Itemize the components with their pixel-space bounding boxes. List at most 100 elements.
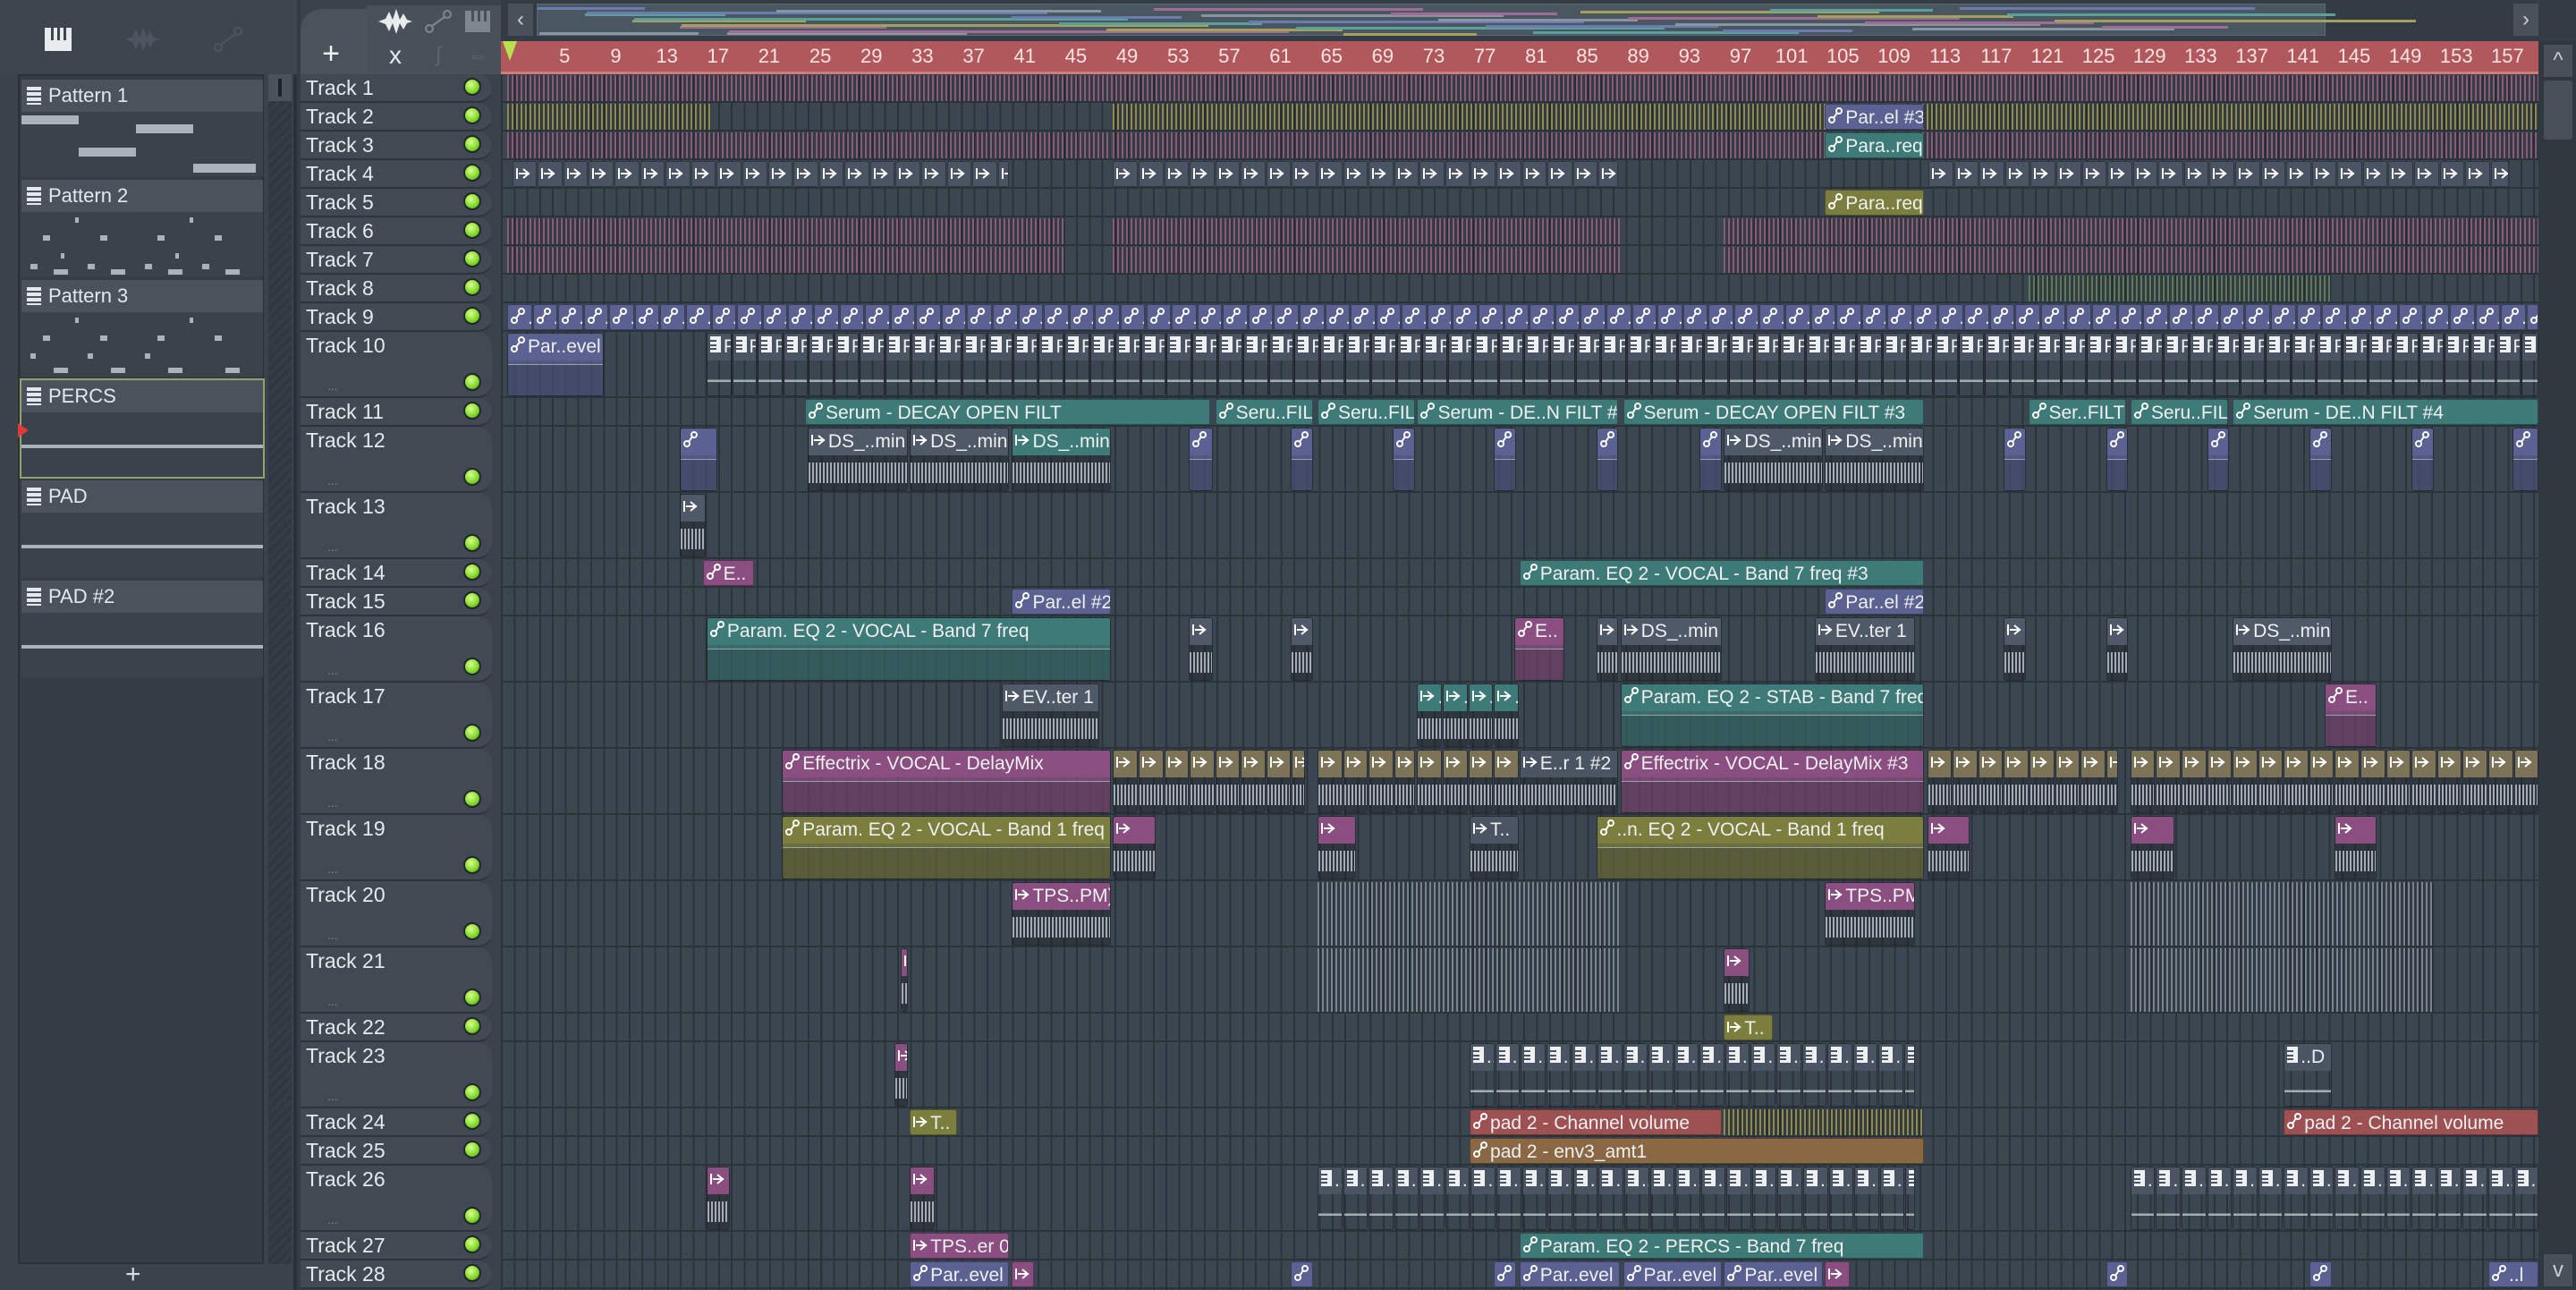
track-enable-toggle[interactable] [463,790,481,808]
automation-clip[interactable] [2106,428,2129,491]
track-enable-toggle[interactable] [463,534,481,552]
audio-clip[interactable] [793,161,818,187]
track-name[interactable]: Track 17 [306,684,386,709]
pattern-clip[interactable]: ..D [1546,1043,1572,1107]
audio-clip[interactable] [1113,750,1138,813]
automation-clip[interactable]: ..3 [558,304,583,330]
audio-clip[interactable] [997,161,1009,187]
audio-clip[interactable] [844,161,869,187]
pattern-clip[interactable]: ..D [1852,1043,1878,1107]
audio-clip[interactable] [1292,750,1306,813]
automation-clip[interactable]: ..3 [1402,304,1427,330]
audio-clip[interactable] [1825,1261,1850,1287]
pattern-clip[interactable]: P.. [2521,333,2538,396]
pattern-clip[interactable]: ..S [1803,1167,1828,1230]
pattern-clip[interactable]: P.. [1191,333,1217,396]
pattern-clip[interactable]: P.. [2112,333,2138,396]
automation-clip[interactable]: ..3 [1682,304,1708,330]
audio-clip[interactable]: T.. [910,1109,958,1135]
automation-clip[interactable]: ..3 [1733,304,1759,330]
audio-clip[interactable] [1978,750,2004,813]
audio-clip[interactable]: ..n [1468,683,1494,747]
automation-clip[interactable]: ..3 [1146,304,1172,330]
audio-clip[interactable]: DS_..min [1620,617,1722,681]
audio-clip[interactable] [869,161,895,187]
automation-clip[interactable]: ..3 [2066,304,2091,330]
pattern-clip[interactable]: ..S [1905,1167,1915,1230]
track-enable-toggle[interactable] [463,1235,481,1253]
automation-clip[interactable]: ..3 [1580,304,1606,330]
track-name[interactable]: Track 21 [306,949,386,973]
automation-clip[interactable]: ..3 [2398,304,2424,330]
automation-clip[interactable]: Param. EQ 2 - VOCAL - Band 7 freq #3 [1519,560,1924,586]
pattern-clip[interactable]: ..S [1751,1167,1777,1230]
pattern-item[interactable]: Pattern 1 [21,80,263,176]
track-header[interactable]: Track 7 [301,246,492,275]
pattern-clip[interactable]: P.. [2496,333,2521,396]
automation-clip[interactable]: ..3 [2322,304,2347,330]
audio-clip[interactable] [2158,161,2183,187]
track-name[interactable]: Track 5 [306,191,374,215]
pattern-item[interactable]: PERCS [18,378,265,479]
automation-clip[interactable]: ..3 [1989,304,2015,330]
pattern-clip[interactable]: ..S [1419,1167,1445,1230]
pattern-clip[interactable]: P.. [1166,333,1191,396]
automation-clip[interactable]: ..3 [1095,304,1120,330]
pattern-clip[interactable]: P.. [2343,333,2368,396]
track-header[interactable]: Track 4 [301,160,492,189]
waveform-icon[interactable] [121,20,165,59]
audio-clip[interactable]: DS_..min [1825,428,1924,491]
track-name[interactable]: Track 25 [306,1139,386,1163]
automation-clip[interactable] [679,428,717,491]
pattern-clip[interactable]: P.. [2061,333,2087,396]
audio-clip[interactable] [2004,617,2027,681]
automation-clip[interactable]: ..3 [1631,304,1657,330]
audio-clip[interactable] [1394,161,1419,187]
automation-clip[interactable]: ..3 [2143,304,2168,330]
track-header[interactable]: Track 2 [301,103,492,132]
audio-clip[interactable] [2106,750,2118,813]
pattern-clip[interactable]: P.. [1780,333,1805,396]
automation-clip[interactable] [1494,1261,1516,1287]
audio-clip[interactable] [1953,161,1979,187]
audio-clip[interactable]: T.. [1724,1014,1774,1040]
automation-clip[interactable]: Effectrix - VOCAL - DelayMix #3 [1620,750,1924,813]
track-header[interactable]: Track 6 [301,217,492,246]
automation-clip[interactable]: ..3 [2091,304,2117,330]
audio-clip[interactable] [2181,750,2207,813]
audio-clip[interactable] [716,161,741,187]
track-name[interactable]: Track 15 [306,590,386,614]
automation-clip[interactable]: ..3 [1708,304,1733,330]
audio-clip[interactable] [1190,161,1215,187]
audio-clip[interactable] [2132,161,2158,187]
audio-clip[interactable] [1494,750,1519,813]
audio-clip[interactable] [1292,161,1317,187]
pattern-clip[interactable]: P.. [1729,333,1754,396]
track-lane[interactable] [501,1014,2538,1042]
pattern-item[interactable]: Pattern 2 [21,180,263,276]
track-name[interactable]: Track 12 [306,429,386,453]
audio-clip[interactable] [2004,750,2029,813]
track-header[interactable]: Track 14 [301,559,492,588]
pattern-clip[interactable]: P.. [1831,333,1857,396]
automation-clip[interactable]: E.. [702,560,755,586]
pattern-clip[interactable]: ..S [1470,1167,1496,1230]
automation-clip[interactable]: Par..evel [507,333,604,396]
pattern-clip[interactable]: ..S [2334,1167,2360,1230]
automation-clip[interactable]: ..3 [2219,304,2245,330]
track-header[interactable]: Track 21... [301,947,492,1014]
track-header[interactable]: Track 16... [301,616,492,683]
pattern-clip[interactable]: P.. [1140,333,1166,396]
automation-clip[interactable] [1290,428,1313,491]
audio-clip[interactable]: EV..ter 1 [1814,617,1915,681]
pattern-clip[interactable]: ..S [1394,1167,1419,1230]
audio-clip[interactable]: EV..ter 1 [1002,683,1100,747]
audio-clip[interactable] [2130,750,2156,813]
pattern-header[interactable]: PERCS [21,380,263,412]
automation-clip[interactable]: ..3 [1044,304,1069,330]
automation-clip[interactable]: ..3 [916,304,941,330]
audio-clip[interactable] [1317,750,1343,813]
scroll-up-button[interactable]: ^ [2544,45,2572,77]
automation-clip[interactable]: ..3 [788,304,813,330]
pattern-clip[interactable]: P.. [987,333,1013,396]
